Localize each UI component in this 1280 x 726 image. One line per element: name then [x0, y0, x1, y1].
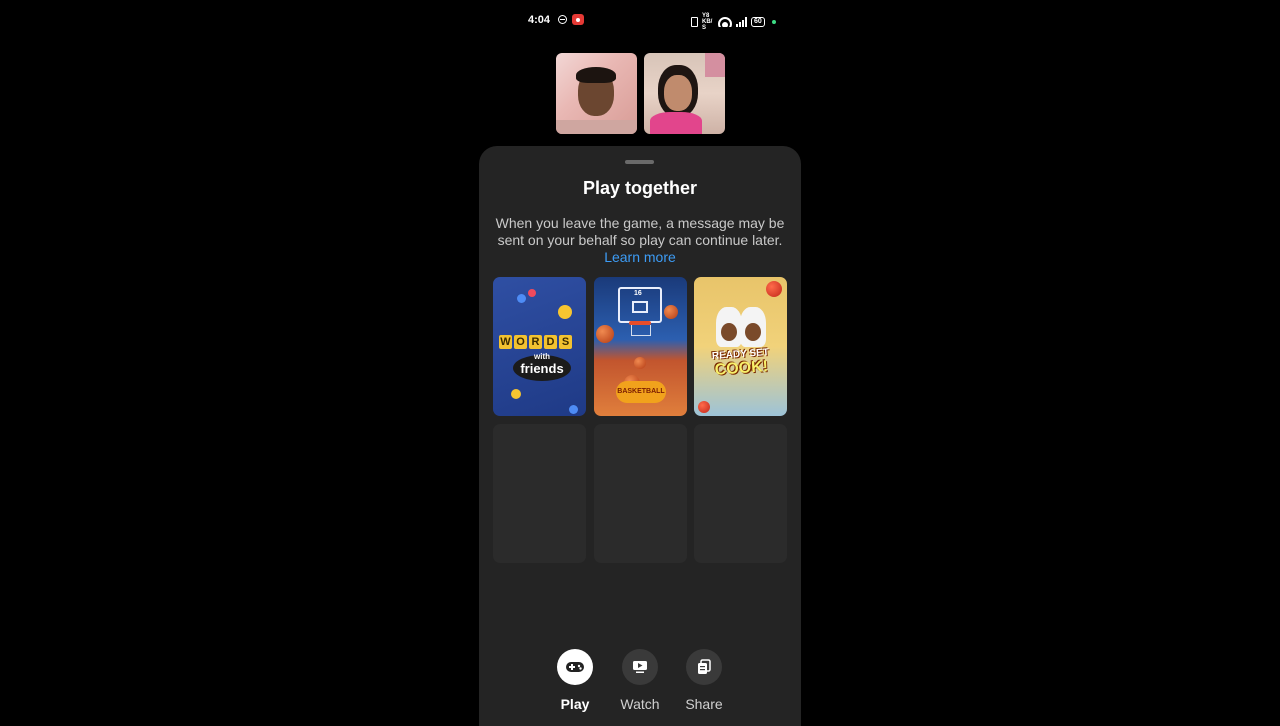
- basketball-icon: [596, 325, 614, 343]
- phone-screen: 4:04 Y8 KB/S 60 Play together When you l…: [478, 0, 802, 726]
- wifi-icon: [718, 17, 732, 27]
- basketball-icon: [634, 357, 646, 369]
- nav-play-label: Play: [560, 696, 590, 712]
- nav-play[interactable]: Play: [545, 649, 605, 712]
- nav-share[interactable]: Share: [674, 649, 734, 712]
- play-together-sheet: Play together When you leave the game, a…: [479, 146, 801, 726]
- tomato-icon: [698, 401, 710, 413]
- share-screen-icon: [686, 649, 722, 685]
- smile-emoji-icon: [511, 389, 521, 399]
- game-card-placeholder: [493, 424, 586, 563]
- tomato-icon: [766, 281, 782, 297]
- video-icon: [622, 649, 658, 685]
- sheet-drag-handle[interactable]: [625, 160, 654, 164]
- status-time: 4:04: [528, 14, 551, 26]
- signal-icon: [736, 17, 747, 27]
- screen-record-icon: [572, 14, 584, 25]
- nav-watch-label: Watch: [620, 696, 660, 712]
- battery-icon: 60: [751, 17, 765, 27]
- game-score: 16: [634, 290, 642, 297]
- game-card-ready-set-cook[interactable]: READY SET COOK!: [694, 277, 787, 416]
- chef-right: [740, 307, 766, 347]
- nav-share-label: Share: [685, 696, 723, 712]
- participant-video-1[interactable]: [556, 53, 637, 134]
- laugh-emoji-icon: [558, 305, 572, 319]
- chef-left: [716, 307, 742, 347]
- like-emoji-icon: [569, 405, 578, 414]
- status-bar: 4:04 Y8 KB/S 60: [478, 10, 802, 31]
- game-card-placeholder: [694, 424, 787, 563]
- nav-watch[interactable]: Watch: [610, 649, 670, 712]
- like-emoji-icon: [517, 294, 526, 303]
- do-not-disturb-icon: [558, 15, 567, 24]
- wwf-logo-friends: with friends: [513, 352, 571, 381]
- heart-emoji-icon: [528, 289, 536, 297]
- game-card-words-with-friends[interactable]: WORDS with friends: [493, 277, 586, 416]
- vibrate-icon: [691, 17, 698, 27]
- game-card-basketball[interactable]: 16 BASKETBALL: [594, 277, 687, 416]
- participant-video-2[interactable]: [644, 53, 725, 134]
- basketball-icon: [664, 305, 678, 319]
- basketball-logo: BASKETBALL: [616, 381, 666, 403]
- ready-set-cook-logo: READY SET COOK!: [711, 347, 770, 379]
- wwf-logo-tiles: WORDS: [499, 335, 572, 349]
- sheet-description: When you leave the game, a message may b…: [495, 215, 785, 248]
- privacy-indicator-dot: [771, 20, 776, 24]
- sheet-title: Play together: [582, 178, 698, 198]
- learn-more-link[interactable]: Learn more: [479, 249, 801, 265]
- hoop-net: [631, 325, 651, 336]
- game-card-placeholder: [594, 424, 687, 563]
- gamepad-icon: [557, 649, 593, 685]
- network-speed: Y8 KB/S: [702, 13, 713, 31]
